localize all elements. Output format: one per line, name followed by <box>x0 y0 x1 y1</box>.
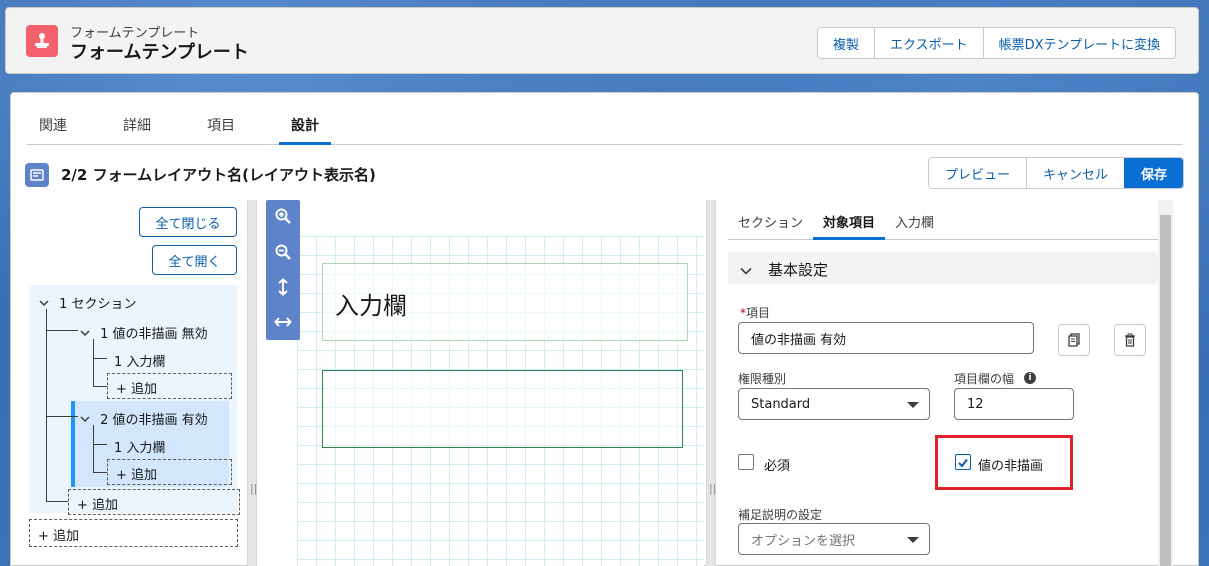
layout-tree-panel: 全て閉じる 全て開く 1 セクション 1 値の非描画 無効 1 入力欄 + 追加… <box>25 201 247 566</box>
scrollbar-thumb[interactable] <box>1160 215 1171 566</box>
required-checkbox[interactable] <box>738 454 754 470</box>
tab-fields[interactable]: 項目 <box>195 107 247 145</box>
cancel-button[interactable]: キャンセル <box>1026 158 1125 188</box>
left-splitter[interactable]: || <box>247 200 257 566</box>
design-canvas[interactable]: 入力欄 <box>257 200 704 566</box>
expand-all-button[interactable]: 全て開く <box>152 245 237 275</box>
convert-button[interactable]: 帳票DXテンプレートに変換 <box>982 28 1176 58</box>
fit-width-icon[interactable] <box>273 312 293 332</box>
tree-line <box>46 309 47 501</box>
info-icon[interactable]: i <box>1024 372 1036 384</box>
tree-selected-indicator <box>71 401 75 487</box>
tree-add-label: + 追加 <box>38 529 80 544</box>
record-title: フォームテンプレート <box>70 42 249 63</box>
tree-node-item-2[interactable]: 2 値の非描画 有効 <box>80 409 208 428</box>
tree-node-label: 2 値の非描画 有効 <box>100 413 208 428</box>
header-actions: 複製 エクスポート 帳票DXテンプレートに変換 <box>817 27 1177 59</box>
tree-add-label: + 追加 <box>77 498 119 513</box>
tree-line <box>93 472 107 473</box>
permission-value: Standard <box>751 396 811 412</box>
tree-line <box>93 386 107 387</box>
tree-node-label: 1 セクション <box>59 297 137 312</box>
form-template-icon <box>26 25 58 57</box>
item-input[interactable]: 値の非描画 有効 <box>738 322 1034 354</box>
tab-related[interactable]: 関連 <box>27 107 79 145</box>
tree-node-section[interactable]: 1 セクション <box>39 293 137 312</box>
accordion-label: 基本設定 <box>768 261 829 279</box>
canvas-field-1[interactable]: 入力欄 <box>322 263 688 341</box>
tree-node-field-1[interactable]: 1 入力欄 <box>114 351 165 370</box>
record-tabs: 関連 詳細 項目 設計 <box>27 107 1183 145</box>
save-button[interactable]: 保存 <box>1124 158 1184 188</box>
chevron-down-icon[interactable] <box>740 262 752 281</box>
dropdown-caret-icon <box>907 537 919 543</box>
tab-target-item[interactable]: 対象項目 <box>813 200 886 240</box>
tree-line <box>93 444 107 445</box>
width-input[interactable]: 12 <box>954 388 1074 420</box>
help-placeholder: オプションを選択 <box>751 533 856 549</box>
zoom-toolbar <box>266 200 300 340</box>
chevron-down-icon[interactable] <box>80 327 96 342</box>
tree-line <box>46 330 78 331</box>
canvas-field-label: 入力欄 <box>335 293 407 320</box>
tree-line <box>93 339 94 386</box>
fit-height-icon[interactable] <box>273 277 293 297</box>
zoom-out-icon[interactable] <box>273 242 293 262</box>
tab-details[interactable]: 詳細 <box>111 107 163 145</box>
tab-design[interactable]: 設計 <box>279 107 331 145</box>
collapse-all-button[interactable]: 全て閉じる <box>139 207 237 237</box>
right-splitter[interactable]: || <box>706 200 716 566</box>
permission-label: 権限種別 <box>738 372 787 386</box>
hide-value-checkbox[interactable] <box>955 454 971 470</box>
layout-actions: プレビュー キャンセル 保存 <box>928 157 1185 189</box>
zoom-in-icon[interactable] <box>273 206 293 226</box>
tab-input-field[interactable]: 入力欄 <box>885 200 944 240</box>
width-label: 項目欄の幅 <box>954 372 1015 386</box>
tab-section[interactable]: セクション <box>728 200 813 240</box>
layout-icon <box>25 163 49 187</box>
record-header: フォームテンプレート フォームテンプレート 複製 エクスポート 帳票DXテンプレ… <box>5 7 1199 74</box>
tree-line <box>93 358 107 359</box>
tree-add-label: + 追加 <box>116 382 158 397</box>
tree-add-section-item[interactable]: + 追加 <box>68 489 240 515</box>
chevron-down-icon[interactable] <box>39 297 55 312</box>
permission-select[interactable]: Standard <box>738 388 930 420</box>
tree-line <box>46 416 78 417</box>
export-button[interactable]: エクスポート <box>874 28 983 58</box>
checkmark-icon <box>958 458 968 468</box>
tree-add-item-1[interactable]: + 追加 <box>107 373 232 399</box>
delete-button[interactable] <box>1114 324 1146 356</box>
copy-icon <box>1068 333 1080 347</box>
hide-value-label: 値の非描画 <box>978 459 1044 474</box>
tree-add-item-2[interactable]: + 追加 <box>107 459 232 485</box>
basic-settings-accordion[interactable]: 基本設定 <box>728 252 1158 284</box>
tree-node-label: 1 値の非描画 無効 <box>100 327 208 342</box>
tree-node-item-1[interactable]: 1 値の非描画 無効 <box>80 323 208 342</box>
help-label: 補足説明の設定 <box>738 508 823 522</box>
properties-tabs: セクション 対象項目 入力欄 <box>728 200 1158 240</box>
tree-node-field-2[interactable]: 1 入力欄 <box>114 437 165 456</box>
preview-button[interactable]: プレビュー <box>929 158 1027 188</box>
tree-add-section[interactable]: + 追加 <box>29 519 238 547</box>
tree-add-label: + 追加 <box>116 468 158 483</box>
item-label: *項目 <box>740 306 771 320</box>
canvas-field-2[interactable] <box>322 370 683 448</box>
chevron-down-icon[interactable] <box>80 413 96 428</box>
trash-icon <box>1125 333 1135 347</box>
drag-handle-icon[interactable]: || <box>709 482 716 495</box>
properties-panel: セクション 対象項目 入力欄 基本設定 *項目 値の非描画 有効 権限種別 St… <box>728 200 1175 566</box>
layout-title: 2/2 フォームレイアウト名(レイアウト表示名) <box>61 166 376 184</box>
required-label: 必須 <box>764 459 791 474</box>
dropdown-caret-icon <box>907 402 919 408</box>
tree-line <box>46 501 68 502</box>
help-select[interactable]: オプションを選択 <box>738 523 930 555</box>
copy-button[interactable] <box>1058 324 1090 356</box>
tree-line <box>93 425 94 472</box>
clone-button[interactable]: 複製 <box>818 28 875 58</box>
